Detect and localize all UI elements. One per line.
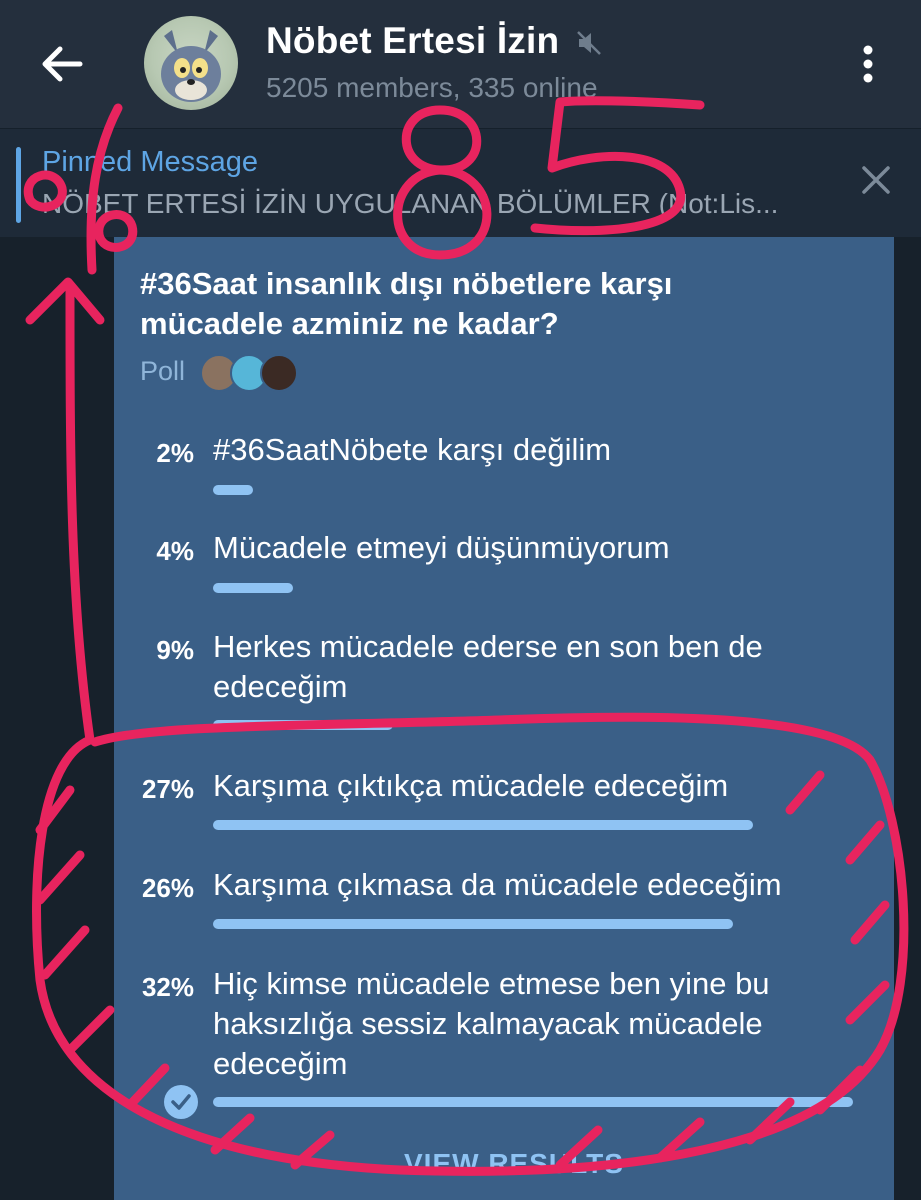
option-text: Mücadele etmeyi düşünmüyorum <box>213 530 670 565</box>
close-icon[interactable] <box>858 162 894 198</box>
option-text: #36SaatNöbete karşı değilim <box>213 432 612 467</box>
pinned-text: NÖBET ERTESİ İZİN UYGULANAN BÖLÜMLER (No… <box>42 188 779 219</box>
view-results-button[interactable]: VIEW RESULTS <box>404 1148 624 1180</box>
option-bar <box>213 583 293 593</box>
recent-voters <box>200 354 310 392</box>
poll-type-label: Poll <box>140 356 186 386</box>
check-icon <box>164 1085 198 1119</box>
chat-title[interactable]: Nöbet Ertesi İzin <box>266 20 559 62</box>
option-bar <box>213 919 733 929</box>
option-percent: 2% <box>156 438 194 468</box>
option-bar <box>213 820 753 830</box>
option-bar <box>213 485 253 495</box>
option-text: Karşıma çıktıkça mücadele edeceğim <box>213 768 729 803</box>
menu-dots-icon[interactable] <box>850 40 886 88</box>
pinned-message[interactable]: Pinned Message NÖBET ERTESİ İZİN UYGULAN… <box>0 128 921 237</box>
option-bar <box>213 720 393 730</box>
option-bar <box>213 1097 853 1107</box>
poll-question: #36Saat insanlık dışı nöbetlere karşı mü… <box>140 266 673 341</box>
back-arrow-icon[interactable] <box>36 40 88 88</box>
avatar[interactable] <box>144 16 238 110</box>
option-text: Herkes mücadele ederse en son ben de ede… <box>213 629 763 704</box>
option-percent: 27% <box>141 774 194 804</box>
member-count: 5205 members, 335 online <box>266 72 598 103</box>
pinned-label: Pinned Message <box>42 146 259 178</box>
option-percent: 26% <box>141 873 194 903</box>
option-text: Karşıma çıkmasa da mücadele edeceğim <box>213 867 782 902</box>
option-percent: 32% <box>141 972 194 1002</box>
option-text: Hiç kimse mücadele etmese ben yine bu ha… <box>213 966 770 1081</box>
option-percent: 4% <box>156 536 194 566</box>
chat-header: Nöbet Ertesi İzin 5205 members, 335 onli… <box>0 0 921 128</box>
voter-avatar <box>260 354 298 392</box>
option-percent: 9% <box>156 635 194 665</box>
mute-icon <box>577 31 601 55</box>
pinned-indicator <box>16 147 21 223</box>
